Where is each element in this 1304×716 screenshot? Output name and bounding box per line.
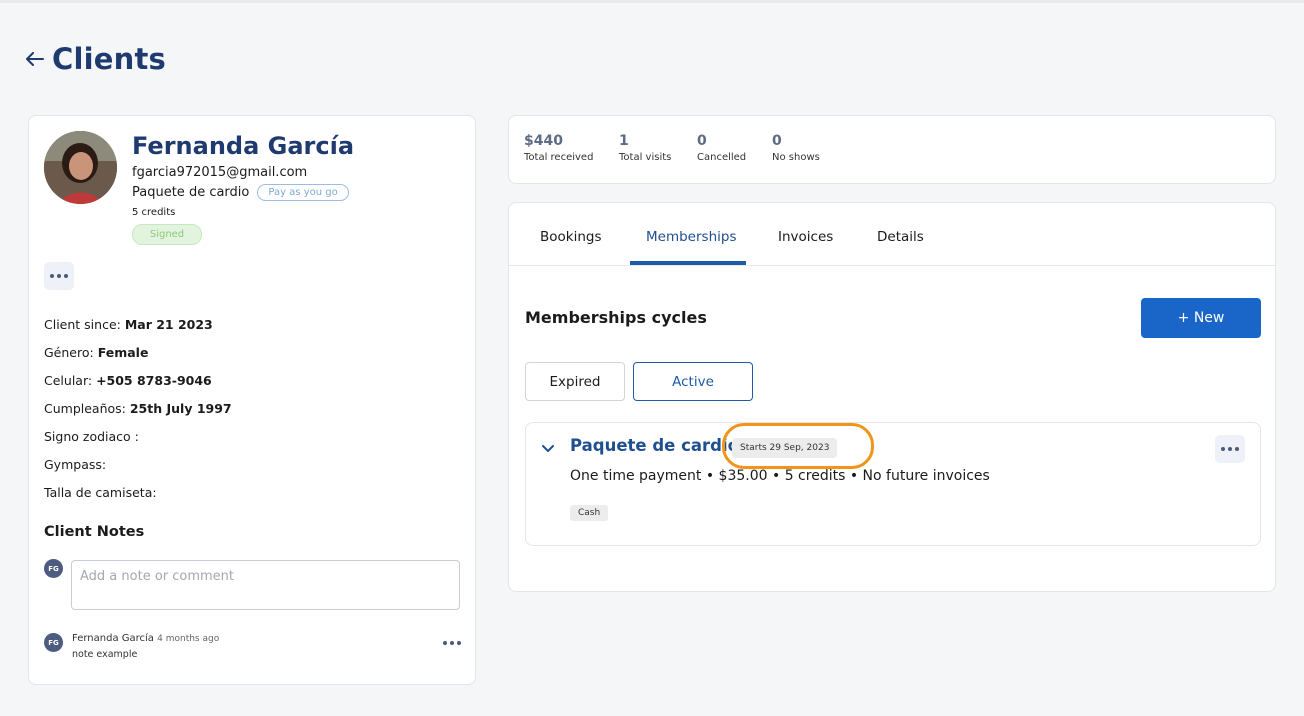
info-gympass: Gympass:: [44, 457, 106, 472]
info-value: +505 8783-9046: [96, 373, 212, 388]
more-dot: [1228, 447, 1232, 451]
info-label: Talla de camiseta:: [44, 485, 157, 500]
info-label: Gympass:: [44, 457, 107, 472]
client-notes-title: Client Notes: [44, 524, 145, 540]
info-label: Celular:: [44, 373, 97, 388]
stat-total-received: $440 Total received: [524, 133, 593, 163]
note-text: note example: [72, 649, 138, 660]
stat-label: Cancelled: [697, 152, 747, 163]
section-title: Memberships cycles: [525, 308, 707, 327]
stat-label: Total received: [524, 152, 594, 163]
stats-card: $440 Total received 1 Total visits 0 Can…: [508, 115, 1276, 184]
client-name: Fernanda García: [132, 132, 355, 160]
more-dots-icon: [443, 641, 447, 645]
info-cumpleanos: Cumpleaños: 25th July 1997: [44, 401, 232, 416]
stat-cancelled: 0 Cancelled: [697, 133, 746, 163]
client-profile-card: Fernanda García fgarcia972015@gmail.com …: [28, 115, 476, 685]
membership-more-button[interactable]: [1215, 435, 1245, 463]
client-plan-name: Paquete de cardio: [132, 185, 250, 200]
note-author-name: Fernanda García: [72, 633, 154, 644]
tab-details[interactable]: Details: [877, 229, 924, 245]
page-header: Clients: [26, 42, 166, 76]
info-client-since: Client since: Mar 21 2023: [44, 317, 213, 332]
more-dots-icon: [50, 274, 54, 278]
client-email: fgarcia972015@gmail.com: [132, 165, 308, 180]
active-tab-indicator: [630, 261, 746, 265]
stat-value: 0: [697, 133, 707, 149]
stat-no-shows: 0 No shows: [772, 133, 820, 163]
stat-value: 1: [619, 133, 629, 149]
tab-bookings[interactable]: Bookings: [540, 229, 602, 245]
tab-invoices[interactable]: Invoices: [778, 229, 833, 245]
more-dot: [450, 641, 454, 645]
info-label: Género:: [44, 345, 98, 360]
stat-label: No shows: [772, 152, 820, 163]
info-value: Female: [97, 345, 149, 360]
info-genero: Género: Female: [44, 345, 148, 360]
filter-active-button[interactable]: Active: [633, 362, 753, 401]
note-author-avatar: FG: [44, 633, 63, 652]
client-credits: 5 credits: [132, 207, 176, 218]
info-value: Mar 21 2023: [124, 317, 213, 332]
stat-value: $440: [524, 133, 563, 149]
note-input[interactable]: [71, 560, 460, 610]
membership-item: Paquete de cardio Starts 29 Sep, 2023 On…: [525, 422, 1261, 546]
more-dot: [1235, 447, 1239, 451]
note-author: Fernanda García 4 months ago: [72, 633, 219, 644]
stat-total-visits: 1 Total visits: [619, 133, 671, 163]
info-label: Signo zodiaco :: [44, 429, 139, 444]
start-date-badge: Starts 29 Sep, 2023: [732, 438, 838, 458]
profile-more-button[interactable]: [44, 262, 74, 290]
top-border: [0, 0, 1304, 3]
note-time: 4 months ago: [157, 634, 220, 644]
info-celular: Celular: +505 8783-9046: [44, 373, 212, 388]
tab-memberships[interactable]: Memberships: [646, 229, 736, 245]
note-input-avatar: FG: [44, 559, 63, 578]
stat-label: Total visits: [619, 152, 672, 163]
info-signo-zodiaco: Signo zodiaco :: [44, 429, 139, 444]
info-value: 25th July 1997: [129, 401, 232, 416]
chevron-down-icon[interactable]: [540, 440, 556, 456]
more-dots-icon: [1221, 447, 1225, 451]
new-membership-button[interactable]: + New: [1141, 298, 1261, 338]
status-badge: Signed: [132, 224, 202, 245]
membership-name[interactable]: Paquete de cardio: [570, 436, 739, 455]
info-label: Cumpleaños:: [44, 401, 130, 416]
plan-type-badge: Pay as you go: [257, 184, 349, 201]
info-talla-camiseta: Talla de camiseta:: [44, 485, 157, 500]
memberships-card: Bookings Memberships Invoices Details Me…: [508, 202, 1276, 592]
more-dot: [64, 274, 68, 278]
client-plan-row: Paquete de cardio Pay as you go: [132, 184, 349, 201]
note-more-button[interactable]: [443, 641, 461, 645]
more-dot: [457, 641, 461, 645]
membership-details: One time payment • $35.00 • 5 credits • …: [570, 468, 990, 484]
client-avatar: [44, 131, 117, 204]
stat-value: 0: [772, 133, 782, 149]
more-dot: [57, 274, 61, 278]
payment-method-badge: Cash: [570, 505, 609, 521]
info-label: Client since:: [44, 317, 125, 332]
page-title: Clients: [52, 42, 167, 76]
filter-expired-button[interactable]: Expired: [525, 362, 625, 401]
back-arrow-icon[interactable]: [26, 50, 44, 68]
tab-bar: Bookings Memberships Invoices Details: [509, 203, 1275, 266]
